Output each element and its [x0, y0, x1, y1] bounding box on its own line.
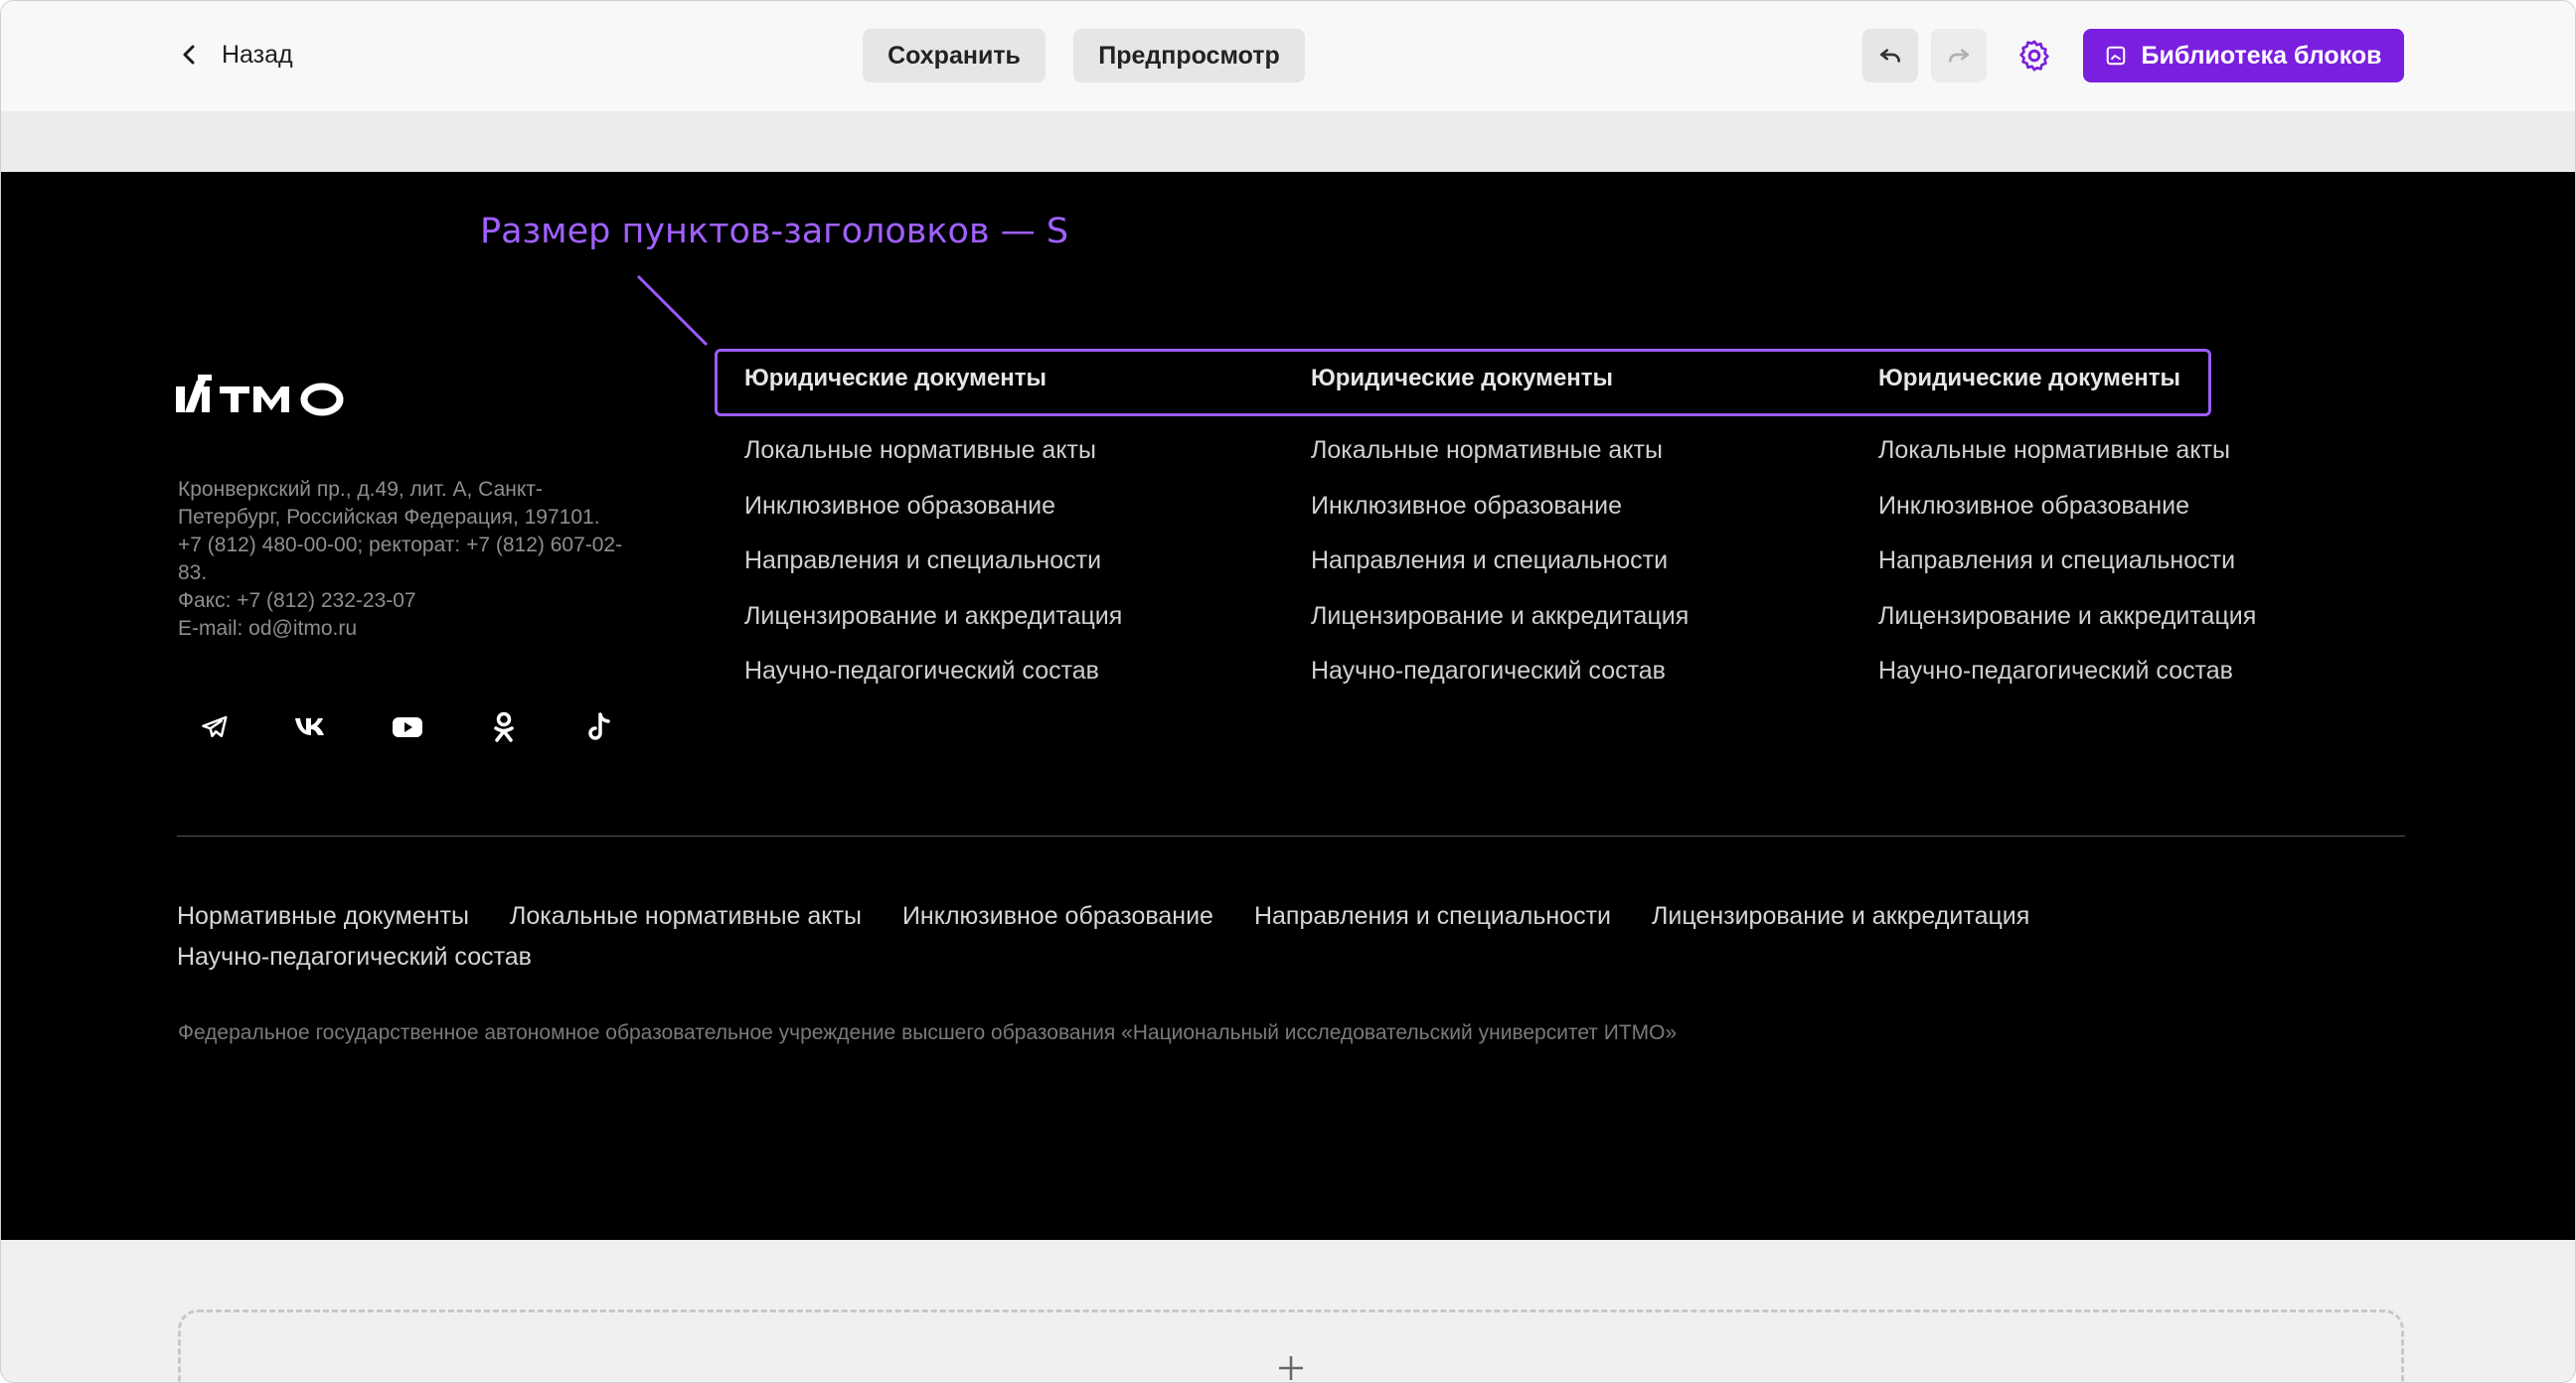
address-line: E-mail: od@itmo.ru	[178, 617, 358, 640]
column-link[interactable]: Направления и специальности	[744, 546, 1301, 602]
bottom-link[interactable]: Научно-педагогический состав	[177, 943, 2405, 972]
bottom-link[interactable]: Лицензирование и аккредитация	[1652, 902, 2029, 931]
annotation-label: Размер пунктов-заголовков — S	[480, 212, 1069, 251]
top-toolbar: Назад Сохранить Предпросмотр Библиотека …	[1, 1, 2575, 111]
column-link[interactable]: Локальные нормативные акты	[1311, 436, 1867, 492]
telegram-icon[interactable]	[196, 708, 233, 745]
tiktok-icon[interactable]	[581, 708, 618, 745]
bottom-link[interactable]: Локальные нормативные акты	[510, 902, 862, 931]
back-button[interactable]: Назад	[178, 33, 293, 77]
block-library-button[interactable]: Библиотека блоков	[2083, 29, 2404, 82]
column-link[interactable]: Научно-педагогический состав	[1311, 657, 1867, 712]
column-heading[interactable]: Юридические документы	[744, 365, 1301, 398]
save-button[interactable]: Сохранить	[863, 29, 1046, 82]
bottom-link[interactable]: Направления и специальности	[1254, 902, 1611, 931]
legal-text: Федеральное государственное автономное о…	[178, 1021, 1678, 1044]
address-line: +7 (812) 480-00-00; ректорат: +7 (812) 6…	[178, 534, 623, 556]
bottom-link[interactable]: Инклюзивное образование	[902, 902, 1213, 931]
address-line: Факс: +7 (812) 232-23-07	[178, 589, 416, 612]
undo-button[interactable]	[1862, 29, 1918, 82]
column-link[interactable]: Локальные нормативные акты	[1878, 436, 2435, 492]
column-link[interactable]: Направления и специальности	[1311, 546, 1867, 602]
address-line: Кронверкский пр., д.49, лит. А, Санкт-	[178, 478, 543, 501]
column-link[interactable]: Локальные нормативные акты	[744, 436, 1301, 492]
editor-window: Назад Сохранить Предпросмотр Библиотека …	[0, 0, 2576, 1383]
social-links	[196, 708, 618, 745]
column-link[interactable]: Лицензирование и аккредитация	[1878, 602, 2435, 658]
column-link[interactable]: Инклюзивное образование	[744, 492, 1301, 547]
plus-icon[interactable]	[1273, 1350, 1309, 1383]
image-icon	[2107, 46, 2126, 66]
chevron-left-icon	[183, 45, 195, 65]
itmo-logo	[176, 375, 344, 416]
footer-column: Юридические документы Локальные норматив…	[1878, 365, 2435, 712]
column-heading[interactable]: Юридические документы	[1878, 365, 2435, 398]
column-link[interactable]: Направления и специальности	[1878, 546, 2435, 602]
column-link[interactable]: Инклюзивное образование	[1878, 492, 2435, 547]
footer-divider	[177, 836, 2405, 837]
bottom-link[interactable]: Нормативные документы	[177, 902, 469, 931]
footer-column: Юридические документы Локальные норматив…	[744, 365, 1301, 712]
column-link[interactable]: Лицензирование и аккредитация	[744, 602, 1301, 658]
block-library-label: Библиотека блоков	[2141, 41, 2382, 70]
preview-button[interactable]: Предпросмотр	[1073, 29, 1305, 82]
odnoklassniki-icon[interactable]	[485, 708, 522, 745]
undo-icon	[1880, 49, 1900, 63]
address-line: 83.	[178, 561, 208, 584]
column-link[interactable]: Научно-педагогический состав	[744, 657, 1301, 712]
column-link[interactable]: Научно-педагогический состав	[1878, 657, 2435, 712]
back-label: Назад	[222, 40, 293, 69]
redo-icon	[1949, 49, 1969, 63]
address-line: Петербург, Российская Федерация, 197101.	[178, 506, 600, 529]
bottom-nav: Нормативные документы Локальные норматив…	[177, 902, 2405, 972]
gear-icon	[2019, 40, 2049, 72]
redo-button[interactable]	[1931, 29, 1987, 82]
settings-button[interactable]	[2007, 29, 2062, 82]
canvas-top-gap	[1, 111, 2575, 172]
column-heading[interactable]: Юридические документы	[1311, 365, 1867, 398]
column-link[interactable]: Инклюзивное образование	[1311, 492, 1867, 547]
footer-block[interactable]: Размер пунктов-заголовков — S Кронверкск…	[1, 172, 2575, 1240]
youtube-icon[interactable]	[389, 708, 425, 745]
contact-address: Кронверкский пр., д.49, лит. А, Санкт- П…	[178, 476, 685, 643]
vk-icon[interactable]	[292, 708, 329, 745]
column-link[interactable]: Лицензирование и аккредитация	[1311, 602, 1867, 658]
footer-column: Юридические документы Локальные норматив…	[1311, 365, 1867, 712]
